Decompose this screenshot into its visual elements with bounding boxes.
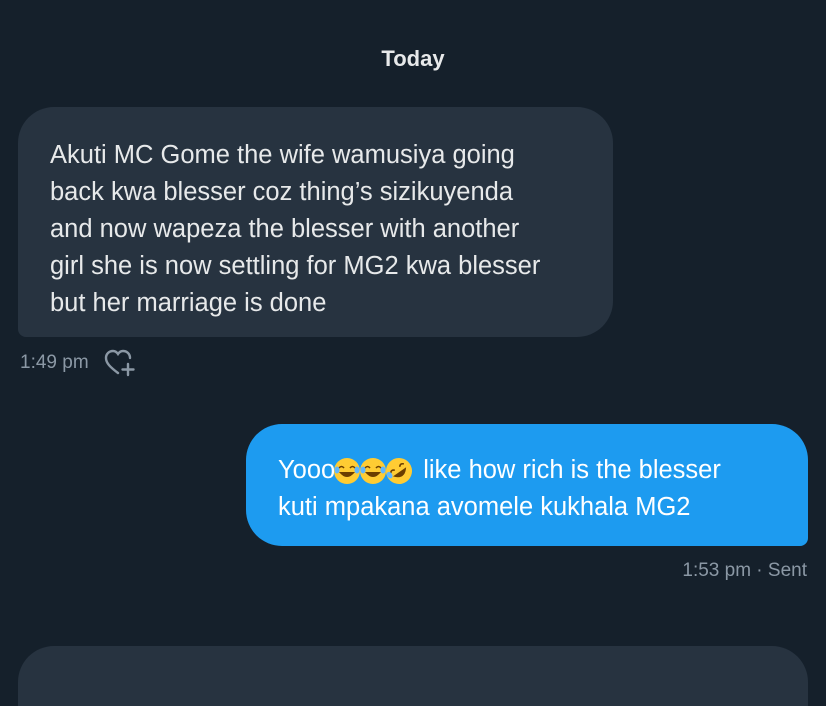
received-message-bubble[interactable]	[18, 646, 808, 706]
joy-emoji-icon	[333, 457, 361, 485]
received-message-meta: 1:49 pm	[20, 348, 137, 378]
rofl-emoji-icon	[385, 457, 413, 485]
message-text-line: Akuti MC Gome the wife wamusiya going	[50, 141, 515, 169]
message-text-line: but her marriage is done	[50, 289, 327, 317]
date-separator: Today	[381, 46, 445, 71]
message-text-line: Yooo like how rich is the blesser	[278, 452, 788, 489]
message-text-line: back kwa blesser coz thing’s sizikuyenda	[50, 178, 514, 206]
sent-message-meta: 1:53 pm · Sent	[682, 560, 807, 581]
message-text-line: kuti mpakana avomele kukhala MG2	[278, 493, 691, 521]
sent-message-bubble[interactable]: Yooo like how rich is the blesser kuti m…	[246, 424, 808, 546]
add-reaction-heart-icon[interactable]	[103, 348, 137, 378]
message-text-segment: Yooo	[278, 456, 336, 484]
joy-emoji-icon	[359, 457, 387, 485]
received-message-bubble[interactable]: Akuti MC Gome the wife wamusiya going ba…	[18, 107, 613, 337]
message-timestamp: 1:49 pm	[20, 352, 89, 373]
message-text-segment: like how rich is the blesser	[423, 456, 721, 484]
message-text-line: girl she is now settling for MG2 kwa ble…	[50, 252, 541, 280]
message-text-line: and now wapeza the blesser with another	[50, 215, 520, 243]
